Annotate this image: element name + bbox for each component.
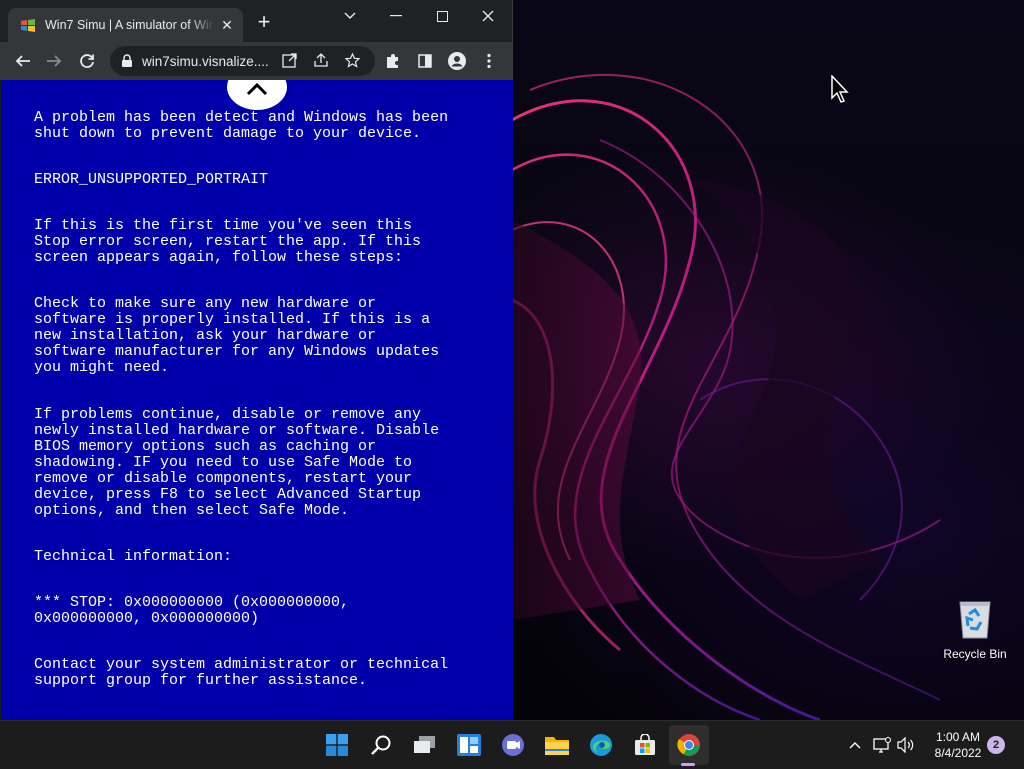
new-tab-button[interactable]: + bbox=[253, 11, 275, 34]
bsod-technical-heading: Technical information: bbox=[34, 548, 233, 565]
bsod-page: A problem has been detect and Windows ha… bbox=[0, 80, 513, 720]
store-icon bbox=[635, 734, 655, 755]
chrome-icon bbox=[677, 734, 700, 756]
back-button[interactable] bbox=[9, 47, 37, 75]
recycle-bin-desktop-icon[interactable]: Recycle Bin bbox=[940, 596, 1010, 666]
bsod-error-code: ERROR_UNSUPPORTED_PORTRAIT bbox=[34, 171, 269, 188]
bsod-intro: A problem has been detect and Windows ha… bbox=[34, 109, 449, 142]
volume-button[interactable] bbox=[896, 735, 916, 755]
side-panel-button[interactable] bbox=[411, 47, 439, 75]
maximize-button[interactable] bbox=[419, 2, 465, 30]
file-explorer-icon bbox=[545, 737, 569, 755]
address-bar[interactable]: win7simu.visnalize.... bbox=[110, 46, 375, 76]
tab-title: Win7 Simu | A simulator of Windows 7 bbox=[45, 18, 215, 32]
open-in-app-icon[interactable] bbox=[282, 53, 297, 73]
network-button[interactable] bbox=[872, 735, 892, 755]
extensions-button[interactable] bbox=[379, 47, 407, 75]
widgets-icon bbox=[457, 734, 481, 756]
recycle-bin-icon bbox=[959, 601, 991, 639]
clock-time: 1:00 AM bbox=[935, 730, 981, 744]
store-button[interactable] bbox=[625, 725, 665, 765]
chevron-up-icon bbox=[849, 742, 861, 749]
windows-start-icon bbox=[326, 734, 348, 756]
share-icon[interactable] bbox=[313, 53, 329, 73]
widgets-button[interactable] bbox=[449, 725, 489, 765]
tab-search-button[interactable] bbox=[327, 2, 373, 30]
browser-toolbar: win7simu.visnalize.... bbox=[0, 42, 512, 80]
edge-icon bbox=[590, 734, 612, 756]
notification-count-badge[interactable]: 2 bbox=[987, 736, 1005, 754]
maximize-icon bbox=[436, 10, 448, 22]
file-explorer-button[interactable] bbox=[537, 725, 577, 765]
taskbar-search-button[interactable] bbox=[361, 725, 401, 765]
collapse-toggle-button[interactable] bbox=[227, 80, 287, 110]
tab-strip: Win7 Simu | A simulator of Windows 7 ✕ + bbox=[0, 0, 512, 42]
lock-icon[interactable] bbox=[120, 54, 134, 68]
teams-chat-icon bbox=[502, 734, 524, 756]
reload-button[interactable] bbox=[73, 47, 101, 75]
minimize-button[interactable] bbox=[373, 2, 419, 30]
arrow-left-icon bbox=[15, 55, 30, 67]
speaker-volume-icon bbox=[897, 737, 914, 753]
edge-button[interactable] bbox=[581, 725, 621, 765]
chrome-active-indicator bbox=[681, 763, 695, 766]
puzzle-piece-icon bbox=[387, 54, 398, 68]
recycle-bin-label: Recycle Bin bbox=[943, 647, 1007, 661]
taskbar: 1:00 AM 8/4/2022 2 bbox=[0, 720, 1024, 769]
arrow-right-icon bbox=[47, 55, 62, 67]
bsod-first-time: If this is the first time you've seen th… bbox=[34, 217, 422, 266]
clock-date: 8/4/2022 bbox=[934, 746, 982, 760]
minimize-icon bbox=[390, 15, 402, 17]
bsod-stop-code: *** STOP: 0x000000000 (0x000000000, 0x00… bbox=[34, 594, 350, 627]
close-icon bbox=[482, 10, 494, 22]
chrome-menu-button[interactable] bbox=[475, 47, 503, 75]
profile-button[interactable] bbox=[443, 47, 471, 75]
chevron-down-icon bbox=[344, 12, 356, 19]
url-text[interactable]: win7simu.visnalize.... bbox=[142, 54, 270, 69]
show-hidden-icons-button[interactable] bbox=[845, 735, 865, 755]
teams-chat-button[interactable] bbox=[493, 725, 533, 765]
bsod-if-problems: If problems continue, disable or remove … bbox=[34, 406, 440, 519]
system-clock[interactable]: 1:00 AM 8/4/2022 bbox=[926, 729, 990, 761]
search-icon bbox=[371, 735, 391, 755]
reload-icon bbox=[80, 54, 94, 68]
chrome-taskbar-button[interactable] bbox=[669, 725, 709, 765]
mouse-pointer-icon bbox=[831, 74, 851, 105]
tab-close-icon[interactable]: ✕ bbox=[219, 17, 235, 33]
three-dots-vertical-icon bbox=[487, 53, 491, 69]
bsod-message: A problem has been detect and Windows ha… bbox=[34, 109, 504, 689]
bsod-contact: Contact your system administrator or tec… bbox=[34, 656, 449, 689]
task-view-icon bbox=[414, 736, 435, 753]
bsod-check-hardware: Check to make sure any new hardware or s… bbox=[34, 295, 440, 376]
forward-button[interactable] bbox=[40, 47, 68, 75]
profile-avatar-icon bbox=[448, 52, 466, 70]
windows7-flag-favicon-icon bbox=[21, 19, 35, 32]
browser-window: Win7 Simu | A simulator of Windows 7 ✕ + bbox=[0, 0, 513, 720]
close-window-button[interactable] bbox=[465, 2, 511, 30]
chevron-up-icon bbox=[246, 82, 268, 96]
task-view-button[interactable] bbox=[405, 725, 445, 765]
start-button[interactable] bbox=[317, 725, 357, 765]
side-panel-icon bbox=[418, 54, 432, 68]
bookmark-star-icon[interactable] bbox=[344, 52, 361, 73]
tab-win7simu[interactable]: Win7 Simu | A simulator of Windows 7 ✕ bbox=[8, 8, 243, 42]
network-icon bbox=[873, 737, 891, 753]
